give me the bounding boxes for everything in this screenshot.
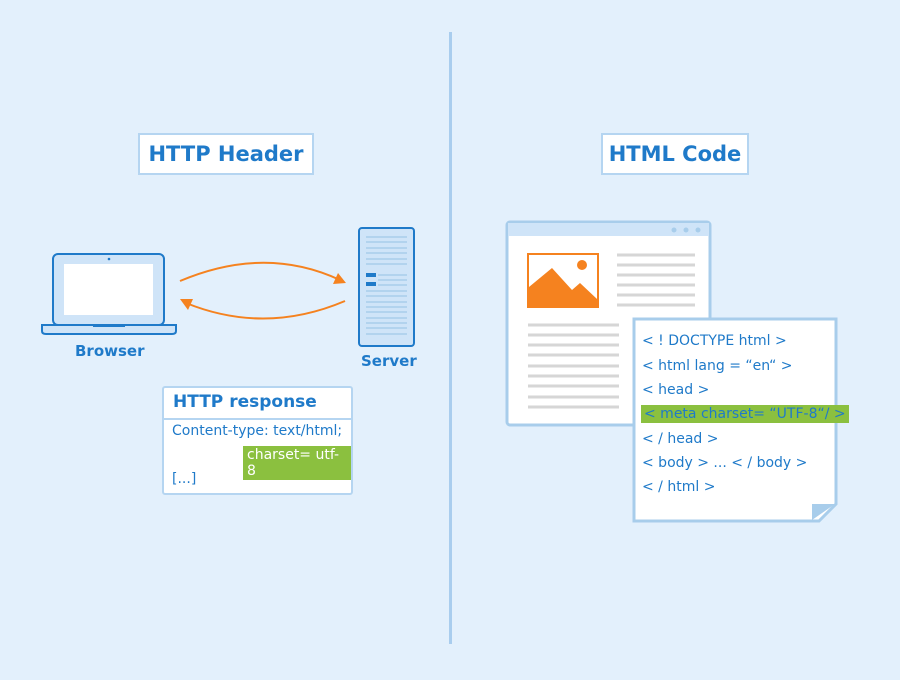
html-code-title: HTML Code <box>601 133 749 175</box>
request-arrow <box>179 261 341 282</box>
content-type-line: Content-type: text/html; <box>172 423 343 439</box>
code-line: < / html > <box>642 479 716 495</box>
code-line: < head > <box>642 382 710 398</box>
image-placeholder-icon <box>527 253 599 308</box>
http-response-box: HTTP response Content-type: text/html; c… <box>162 386 353 495</box>
response-arrow <box>185 300 346 320</box>
server-icon <box>358 227 415 347</box>
charset-highlight: charset= utf-8 <box>243 446 351 480</box>
code-line: < ! DOCTYPE html > <box>642 333 787 349</box>
code-line: < body > ... < / body > <box>642 455 808 471</box>
server-label: Server <box>361 352 417 370</box>
ellipsis-line: [...] <box>172 471 197 487</box>
meta-charset-highlight: < meta charset= “UTF-8“/ > <box>641 405 849 423</box>
browser-label: Browser <box>75 342 145 360</box>
http-response-title: HTTP response <box>164 388 351 420</box>
code-line: < html lang = “en“ > <box>642 358 793 374</box>
html-code-listing: < ! DOCTYPE html > < html lang = “en“ > … <box>632 318 849 522</box>
browser-laptop-icon <box>41 253 177 335</box>
code-line: < / head > <box>642 431 719 447</box>
